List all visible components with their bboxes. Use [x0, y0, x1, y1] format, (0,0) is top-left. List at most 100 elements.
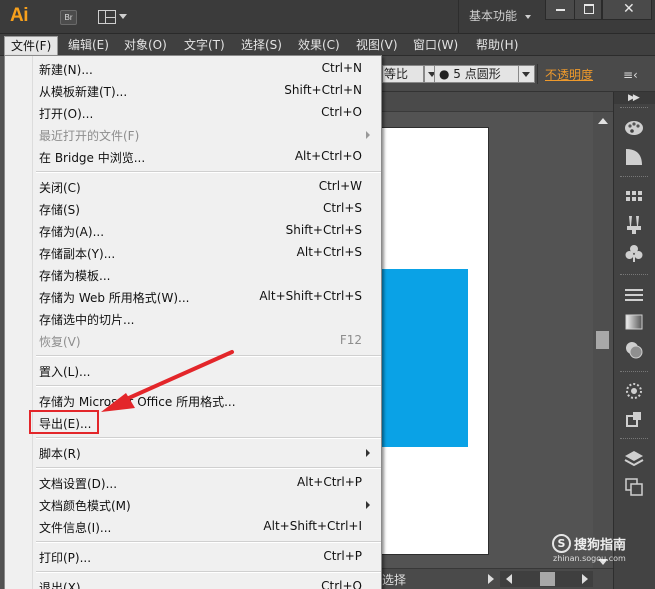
brush-definition-dropdown[interactable] [518, 65, 535, 83]
menu-item-label: 退出(X) [39, 581, 81, 589]
menu-item-print[interactable]: 打印(P)... Ctrl+P [6, 546, 380, 568]
color-guide-icon[interactable] [623, 146, 645, 168]
layout-icon [98, 10, 116, 24]
appearance-icon[interactable] [623, 380, 645, 402]
stroke-profile-field[interactable]: 等比 [382, 65, 424, 83]
menu-item-save-copy[interactable]: 存储副本(Y)... Alt+Ctrl+S [6, 242, 380, 264]
menu-item-save-for-office[interactable]: 存储为 Microsoft Office 所用格式... [6, 390, 380, 412]
menu-item-close[interactable]: 关闭(C) Ctrl+W [6, 176, 380, 198]
minimize-button[interactable] [545, 0, 575, 20]
stroke-icon[interactable] [623, 284, 645, 306]
menu-item-label: 存储副本(Y)... [39, 247, 116, 261]
menu-window[interactable]: 窗口(W) [407, 36, 464, 55]
menu-item-label: 打印(P)... [39, 551, 92, 565]
menu-view[interactable]: 视图(V) [350, 36, 404, 55]
menu-item-save[interactable]: 存储(S) Ctrl+S [6, 198, 380, 220]
menu-item-revert: 恢复(V) F12 [6, 330, 380, 352]
dock-grip[interactable] [620, 274, 648, 277]
scroll-right-icon[interactable] [582, 574, 588, 584]
symbols-icon[interactable] [623, 242, 645, 264]
menu-item-shortcut: Ctrl+W [318, 179, 362, 193]
close-button[interactable]: ✕ [602, 0, 652, 20]
menu-separator [36, 571, 381, 573]
menu-effect[interactable]: 效果(C) [292, 36, 346, 55]
menu-help[interactable]: 帮助(H) [470, 36, 524, 55]
menu-separator [36, 437, 381, 439]
menu-item-scripts[interactable]: 脚本(R) [6, 442, 380, 464]
menu-item-save-as[interactable]: 存储为(A)... Shift+Ctrl+S [6, 220, 380, 242]
dock-grip[interactable] [620, 176, 648, 179]
menu-item-open-recent: 最近打开的文件(F) [6, 124, 380, 146]
bridge-button[interactable]: Br [60, 10, 77, 25]
menu-item-shortcut: Alt+Shift+Ctrl+I [263, 519, 362, 533]
dock-grip[interactable] [620, 371, 648, 374]
vertical-scrollbar[interactable] [593, 112, 613, 572]
status-bar: 选择 [380, 568, 613, 589]
menu-item-label: 存储(S) [39, 203, 80, 217]
menu-item-shortcut: Alt+Ctrl+P [297, 475, 362, 489]
scroll-left-icon[interactable] [506, 574, 512, 584]
status-menu-arrow-icon[interactable] [488, 574, 494, 584]
menu-item-exit[interactable]: 退出(X) Ctrl+Q [6, 576, 380, 589]
submenu-arrow-icon [366, 501, 370, 509]
graphic-styles-icon[interactable] [623, 408, 645, 430]
menu-item-open[interactable]: 打开(O)... Ctrl+O [6, 102, 380, 124]
menu-item-shortcut: Alt+Shift+Ctrl+S [259, 289, 362, 303]
panel-menu-icon[interactable]: ≡‹ [623, 68, 638, 82]
scroll-thumb[interactable] [596, 331, 609, 349]
transparency-icon[interactable] [623, 339, 645, 361]
menu-bar: 文件(F) 编辑(E) 对象(O) 文字(T) 选择(S) 效果(C) 视图(V… [0, 34, 655, 56]
swatches-icon[interactable] [623, 186, 645, 208]
menu-item-save-for-web[interactable]: 存储为 Web 所用格式(W)... Alt+Shift+Ctrl+S [6, 286, 380, 308]
brushes-icon[interactable] [623, 214, 645, 236]
menu-object[interactable]: 对象(O) [118, 36, 173, 55]
menu-item-new[interactable]: 新建(N)... Ctrl+N [6, 58, 380, 80]
opacity-link[interactable]: 不透明度 [545, 66, 593, 83]
horizontal-scrollbar[interactable] [500, 571, 593, 587]
menu-item-label: 文件信息(I)... [39, 521, 112, 535]
menu-item-label: 打开(O)... [39, 107, 94, 121]
layers-icon[interactable] [623, 448, 645, 470]
artboards-icon[interactable] [623, 476, 645, 498]
dock-grip[interactable] [620, 438, 648, 441]
status-tool-label[interactable]: 选择 [382, 571, 406, 588]
menu-item-shortcut: Shift+Ctrl+S [285, 223, 362, 237]
menu-item-label: 新建(N)... [39, 63, 93, 77]
collapse-panels-icon[interactable]: ▶▶ [628, 93, 640, 103]
artboard[interactable] [380, 127, 489, 555]
scroll-thumb[interactable] [540, 572, 555, 586]
menu-type[interactable]: 文字(T) [178, 36, 231, 55]
maximize-button[interactable] [574, 0, 602, 20]
menu-item-label: 脚本(R) [39, 447, 81, 461]
watermark-text: 搜狗指南 [574, 538, 627, 553]
menu-item-label: 关闭(C) [39, 181, 81, 195]
document-tab-strip [380, 92, 613, 112]
brush-definition-field[interactable]: ● 5 点圆形 [434, 65, 530, 83]
menu-edit[interactable]: 编辑(E) [62, 36, 115, 55]
menu-item-label: 文档设置(D)... [39, 477, 118, 491]
menu-item-save-as-template[interactable]: 存储为模板... [6, 264, 380, 286]
menu-item-shortcut: Alt+Ctrl+O [294, 149, 362, 163]
gradient-icon[interactable] [623, 311, 645, 333]
menu-item-browse-in-bridge[interactable]: 在 Bridge 中浏览... Alt+Ctrl+O [6, 146, 380, 168]
menu-item-document-setup[interactable]: 文档设置(D)... Alt+Ctrl+P [6, 472, 380, 494]
scroll-up-icon[interactable] [598, 118, 608, 124]
menu-item-shortcut: Ctrl+N [321, 61, 362, 75]
menu-item-save-selected-slices[interactable]: 存储选中的切片... [6, 308, 380, 330]
menu-item-new-from-template[interactable]: 从模板新建(T)... Shift+Ctrl+N [6, 80, 380, 102]
menu-item-label: 存储选中的切片... [39, 313, 135, 327]
blue-rectangle-shape[interactable] [380, 269, 468, 447]
dock-grip[interactable] [620, 107, 648, 110]
workspace-switcher[interactable]: 基本功能 [458, 0, 543, 34]
control-bar: 等比 ● 5 点圆形 不透明度 ≡‹ [380, 56, 655, 92]
menu-select[interactable]: 选择(S) [235, 36, 288, 55]
menu-file[interactable]: 文件(F) [4, 36, 59, 55]
document-area: 选择 [380, 92, 613, 589]
menu-item-document-color-mode[interactable]: 文档颜色模式(M) [6, 494, 380, 516]
menu-item-place[interactable]: 置入(L)... [6, 360, 380, 382]
menu-item-file-info[interactable]: 文件信息(I)... Alt+Shift+Ctrl+I [6, 516, 380, 538]
arrange-documents-button[interactable] [98, 10, 128, 25]
color-palette-icon[interactable] [623, 116, 645, 138]
menu-item-label: 最近打开的文件(F) [39, 129, 140, 143]
menu-item-label: 从模板新建(T)... [39, 85, 128, 99]
